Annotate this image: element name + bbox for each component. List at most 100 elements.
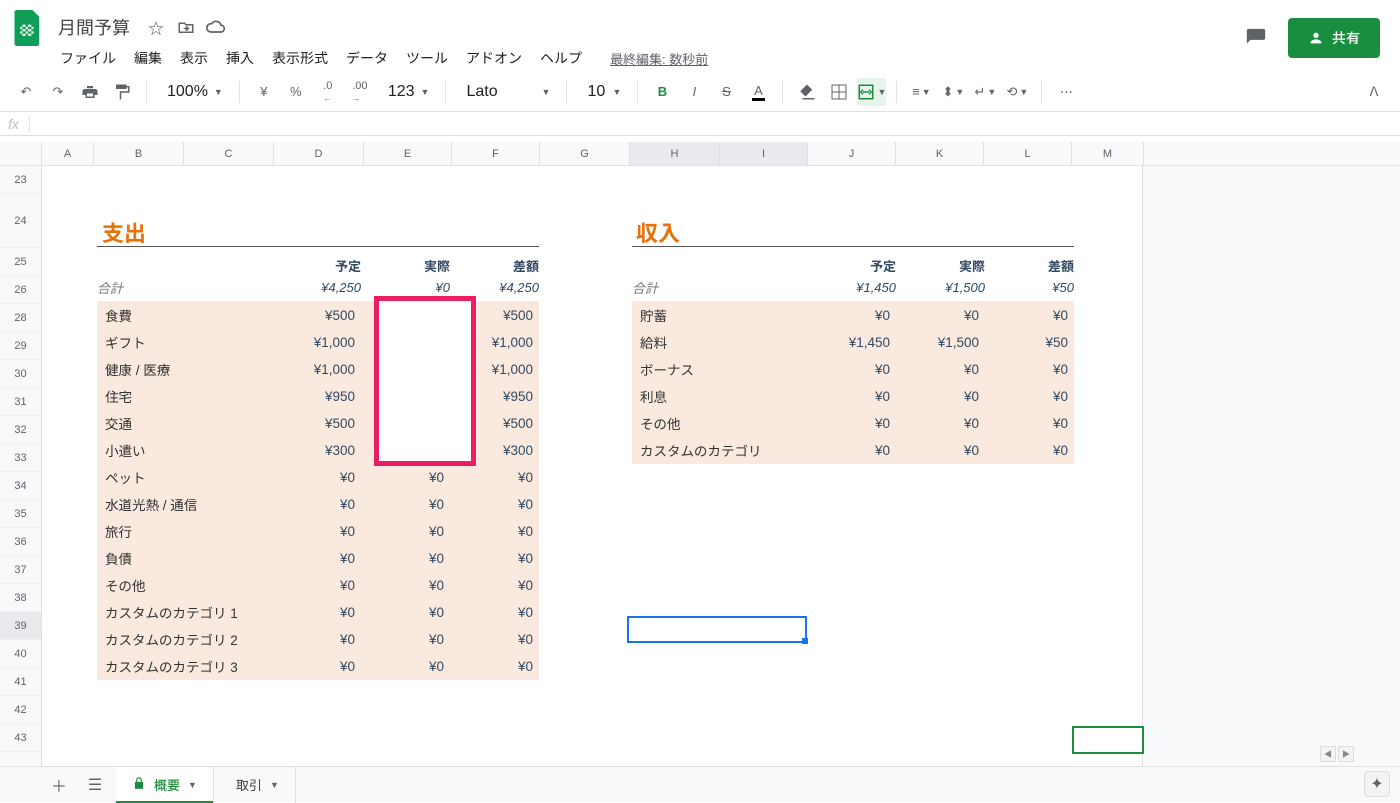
last-edit-link[interactable]: 最終編集: 数秒前 [610, 49, 708, 68]
move-icon[interactable] [176, 17, 196, 37]
undo-icon[interactable]: ↶ [12, 78, 40, 106]
row-header[interactable]: 42 [0, 696, 41, 724]
table-row[interactable]: カスタムのカテゴリ 1¥0¥0¥0 [97, 598, 539, 626]
row-header[interactable]: 32 [0, 416, 41, 444]
paint-format-icon[interactable] [108, 78, 136, 106]
col-header[interactable]: D [274, 142, 364, 165]
explore-icon[interactable]: ✦ [1364, 771, 1390, 797]
table-row[interactable]: 食費¥500¥500 [97, 301, 539, 329]
table-row[interactable]: その他¥0¥0¥0 [632, 409, 1074, 437]
currency-button[interactable]: ¥ [250, 78, 278, 106]
merge-cells-icon[interactable]: ▼ [857, 78, 886, 106]
row-header[interactable]: 34 [0, 472, 41, 500]
col-header[interactable]: I [720, 142, 808, 165]
percent-button[interactable]: % [282, 78, 310, 106]
select-all-corner[interactable] [0, 142, 41, 166]
tab-menu-icon[interactable]: ▼ [270, 780, 279, 790]
add-sheet-icon[interactable]: ＋ [44, 770, 74, 800]
col-header[interactable]: K [896, 142, 984, 165]
share-button[interactable]: 共有 [1288, 18, 1380, 58]
all-sheets-icon[interactable]: ☰ [80, 770, 110, 800]
star-icon[interactable]: ☆ [146, 17, 166, 37]
h-align-icon[interactable]: ≡▼ [907, 78, 935, 106]
row-header[interactable]: 38 [0, 584, 41, 612]
more-icon[interactable]: ⋯ [1052, 78, 1080, 106]
font-size-select[interactable]: 10▼ [577, 83, 627, 101]
table-row[interactable]: 貯蓄¥0¥0¥0 [632, 301, 1074, 329]
row-header[interactable]: 31 [0, 388, 41, 416]
col-header[interactable]: A [42, 142, 94, 165]
table-row[interactable]: ギフト¥1,000¥1,000 [97, 328, 539, 356]
active-cell[interactable] [627, 616, 807, 643]
tab-menu-icon[interactable]: ▼ [188, 780, 197, 790]
row-header[interactable]: 25 [0, 248, 41, 276]
menu-data[interactable]: データ [338, 44, 396, 72]
scroll-right-icon[interactable]: ▶ [1338, 746, 1354, 762]
sheets-logo-icon[interactable] [8, 8, 48, 48]
table-row[interactable]: カスタムのカテゴリ 2¥0¥0¥0 [97, 625, 539, 653]
col-header[interactable]: F [452, 142, 540, 165]
number-format-select[interactable]: 123▼ [378, 83, 436, 101]
bold-button[interactable]: B [648, 78, 676, 106]
table-row[interactable]: 交通¥500¥500 [97, 409, 539, 437]
menu-help[interactable]: ヘルプ [532, 44, 590, 72]
col-header[interactable]: C [184, 142, 274, 165]
table-row[interactable]: 負債¥0¥0¥0 [97, 544, 539, 572]
doc-title[interactable]: 月間予算 [52, 12, 136, 42]
menu-edit[interactable]: 編集 [126, 44, 170, 72]
row-header[interactable]: 43 [0, 724, 41, 752]
menu-format[interactable]: 表示形式 [264, 44, 336, 72]
col-header[interactable]: J [808, 142, 896, 165]
strike-button[interactable]: S [712, 78, 740, 106]
menu-view[interactable]: 表示 [172, 44, 216, 72]
row-header[interactable]: 41 [0, 668, 41, 696]
redo-icon[interactable]: ↷ [44, 78, 72, 106]
comments-icon[interactable] [1238, 20, 1274, 56]
dec-increase-button[interactable]: .00→ [346, 78, 374, 106]
table-row[interactable]: 健康 / 医療¥1,000¥1,000 [97, 355, 539, 383]
sheet-tab-transactions[interactable]: 取引 ▼ [220, 767, 296, 803]
borders-icon[interactable] [825, 78, 853, 106]
row-header[interactable]: 30 [0, 360, 41, 388]
col-header[interactable]: M [1072, 142, 1144, 165]
v-align-icon[interactable]: ⬍▼ [939, 78, 967, 106]
row-header[interactable]: 35 [0, 500, 41, 528]
table-row[interactable]: ボーナス¥0¥0¥0 [632, 355, 1074, 383]
col-header[interactable]: H [630, 142, 720, 165]
text-color-button[interactable]: A [744, 78, 772, 106]
table-row[interactable]: 小遣い¥300¥300 [97, 436, 539, 464]
wrap-icon[interactable]: ↵▼ [971, 78, 999, 106]
table-row[interactable]: 住宅¥950¥950 [97, 382, 539, 410]
scroll-left-icon[interactable]: ◀ [1320, 746, 1336, 762]
formula-input[interactable] [30, 112, 1392, 135]
italic-button[interactable]: I [680, 78, 708, 106]
table-row[interactable]: カスタムのカテゴリ 3¥0¥0¥0 [97, 652, 539, 680]
zoom-select[interactable]: 100%▼ [157, 83, 229, 101]
table-row[interactable]: 給料¥1,450¥1,500¥50 [632, 328, 1074, 356]
table-row[interactable]: カスタムのカテゴリ¥0¥0¥0 [632, 436, 1074, 464]
font-select[interactable]: Lato▼ [456, 83, 556, 101]
sheet-tab-summary[interactable]: 概要 ▼ [116, 767, 214, 803]
row-header[interactable]: 29 [0, 332, 41, 360]
table-row[interactable]: その他¥0¥0¥0 [97, 571, 539, 599]
menu-file[interactable]: ファイル [52, 44, 124, 72]
col-header[interactable]: G [540, 142, 630, 165]
row-header[interactable]: 39 [0, 612, 41, 640]
col-header[interactable]: E [364, 142, 452, 165]
table-row[interactable]: 旅行¥0¥0¥0 [97, 517, 539, 545]
collapse-toolbar-icon[interactable]: ᐱ [1360, 78, 1388, 106]
fill-color-icon[interactable] [793, 78, 821, 106]
print-icon[interactable] [76, 78, 104, 106]
row-header[interactable]: 24 [0, 194, 41, 248]
col-header[interactable]: B [94, 142, 184, 165]
row-header[interactable]: 28 [0, 304, 41, 332]
table-row[interactable]: 利息¥0¥0¥0 [632, 382, 1074, 410]
cloud-icon[interactable] [206, 17, 226, 37]
row-header[interactable]: 37 [0, 556, 41, 584]
row-header[interactable]: 40 [0, 640, 41, 668]
menu-addons[interactable]: アドオン [458, 44, 530, 72]
rotate-icon[interactable]: ⟲▼ [1003, 78, 1031, 106]
row-header[interactable]: 33 [0, 444, 41, 472]
col-header[interactable]: L [984, 142, 1072, 165]
table-row[interactable]: ペット¥0¥0¥0 [97, 463, 539, 491]
